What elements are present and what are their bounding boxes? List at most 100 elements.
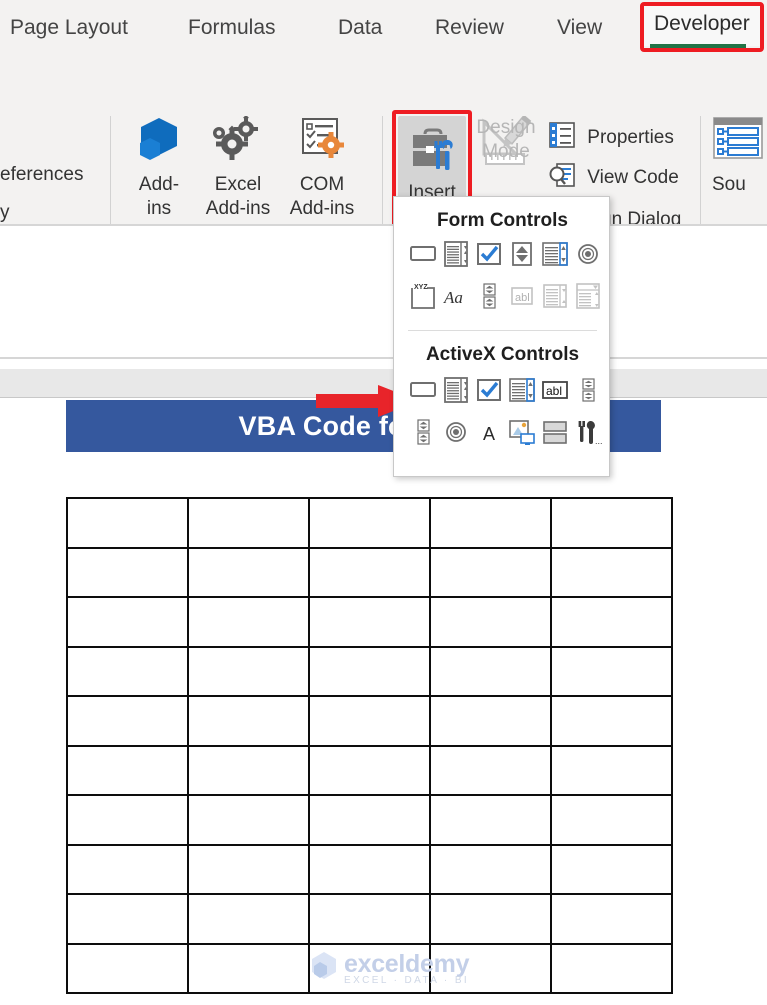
view-code-button[interactable]: View Code (549, 162, 679, 194)
tab-formulas[interactable]: Formulas (178, 14, 286, 42)
toolbox-tools-icon (408, 124, 458, 181)
form-spin-button[interactable] (507, 239, 537, 269)
tab-review[interactable]: Review (425, 14, 514, 42)
combo-list-edit-icon (540, 284, 570, 315)
table-cell[interactable] (308, 596, 431, 648)
excel-add-ins-button[interactable]: Excel Add-ins (198, 114, 278, 221)
activex-command-button[interactable] (408, 375, 438, 405)
table-cell[interactable] (66, 546, 189, 598)
table-cell[interactable] (187, 843, 310, 895)
activex-combo-box[interactable] (441, 375, 471, 405)
references-label-clipped: eferences (0, 164, 84, 185)
table-cell[interactable] (429, 695, 552, 747)
form-option-button[interactable] (573, 239, 603, 269)
table-cell[interactable] (66, 843, 189, 895)
table-cell[interactable] (187, 942, 310, 994)
add-ins-button[interactable]: Add- ins (128, 116, 190, 221)
table-cell[interactable] (308, 546, 431, 598)
form-list-box[interactable] (540, 239, 570, 269)
table-cell[interactable] (187, 794, 310, 846)
table-cell[interactable] (308, 645, 431, 697)
xml-source-icon (712, 116, 767, 169)
table-cell[interactable] (66, 893, 189, 945)
table-cell[interactable] (308, 794, 431, 846)
properties-button[interactable]: Properties (549, 122, 674, 154)
table-cell[interactable] (429, 744, 552, 796)
table-cell[interactable] (550, 546, 673, 598)
com-add-ins-button[interactable]: COM Add-ins (281, 116, 363, 221)
table-row (66, 695, 673, 747)
table-cell[interactable] (308, 695, 431, 747)
tab-page-layout[interactable]: Page Layout (0, 14, 138, 42)
table-cell[interactable] (429, 794, 552, 846)
table-cell[interactable] (550, 645, 673, 697)
svg-text:Aa: Aa (443, 288, 463, 307)
table-cell[interactable] (308, 744, 431, 796)
form-group-box[interactable]: XYZ (408, 281, 438, 311)
table-cell[interactable] (187, 546, 310, 598)
table-cell[interactable] (66, 744, 189, 796)
table-cell[interactable] (550, 942, 673, 994)
table-cell[interactable] (429, 546, 552, 598)
table-cell[interactable] (66, 695, 189, 747)
table-cell[interactable] (550, 794, 673, 846)
table-cell[interactable] (66, 645, 189, 697)
activex-text-box[interactable]: abl (540, 375, 570, 405)
form-check-box[interactable] (474, 239, 504, 269)
activex-option-button[interactable] (441, 417, 471, 447)
activex-more-controls[interactable]: ... (573, 417, 603, 447)
table-cell[interactable] (550, 843, 673, 895)
table-cell[interactable] (550, 893, 673, 945)
table-cell[interactable] (308, 843, 431, 895)
tab-developer-active-underline (650, 44, 746, 48)
tab-view[interactable]: View (547, 14, 612, 42)
table-cell[interactable] (429, 497, 552, 549)
table-cell[interactable] (550, 744, 673, 796)
activex-spin-button[interactable] (573, 375, 603, 405)
table-cell[interactable] (187, 645, 310, 697)
svg-text:XYZ: XYZ (414, 284, 428, 291)
label-a-icon: A (474, 424, 504, 451)
table-cell[interactable] (550, 596, 673, 648)
activex-controls-heading: ActiveX Controls (425, 344, 580, 365)
form-label[interactable]: Aa (441, 281, 471, 311)
table-row (66, 497, 673, 549)
table-cell[interactable] (429, 843, 552, 895)
table-cell[interactable] (429, 596, 552, 648)
combo-box-icon (441, 377, 471, 409)
table-cell[interactable] (550, 695, 673, 747)
table-cell[interactable] (187, 893, 310, 945)
table-cell[interactable] (66, 942, 189, 994)
form-combo-box[interactable] (441, 239, 471, 269)
activex-toggle-button[interactable] (540, 417, 570, 447)
table-cell[interactable] (66, 497, 189, 549)
excel-add-ins-label-line1: Excel (214, 174, 262, 195)
table-cell[interactable] (187, 497, 310, 549)
activex-scroll-bar[interactable] (408, 417, 438, 447)
table-cell[interactable] (187, 695, 310, 747)
activex-list-box[interactable] (507, 375, 537, 405)
form-scroll-bar[interactable] (474, 281, 504, 311)
table-cell[interactable] (187, 596, 310, 648)
table-cell[interactable] (429, 893, 552, 945)
text-box-abl-icon: abl (540, 381, 570, 409)
watermark-subtext: EXCEL · DATA · BI (344, 975, 470, 986)
activex-image[interactable] (507, 417, 537, 447)
tab-developer[interactable]: Developer (644, 6, 760, 46)
tab-data[interactable]: Data (328, 14, 392, 42)
image-icon (507, 420, 537, 451)
table-cell[interactable] (66, 794, 189, 846)
table-cell[interactable] (66, 596, 189, 648)
exceldemy-logo-icon (309, 950, 339, 980)
table-cell[interactable] (187, 744, 310, 796)
table-cell[interactable] (308, 893, 431, 945)
activex-label[interactable]: A (474, 417, 504, 447)
table-cell[interactable] (308, 497, 431, 549)
form-button[interactable] (408, 239, 438, 269)
activex-check-box[interactable] (474, 375, 504, 405)
table-cell[interactable] (429, 645, 552, 697)
table-row (66, 843, 673, 895)
source-button[interactable]: Sou (712, 116, 767, 197)
dropdown-separator (408, 330, 597, 331)
table-cell[interactable] (550, 497, 673, 549)
